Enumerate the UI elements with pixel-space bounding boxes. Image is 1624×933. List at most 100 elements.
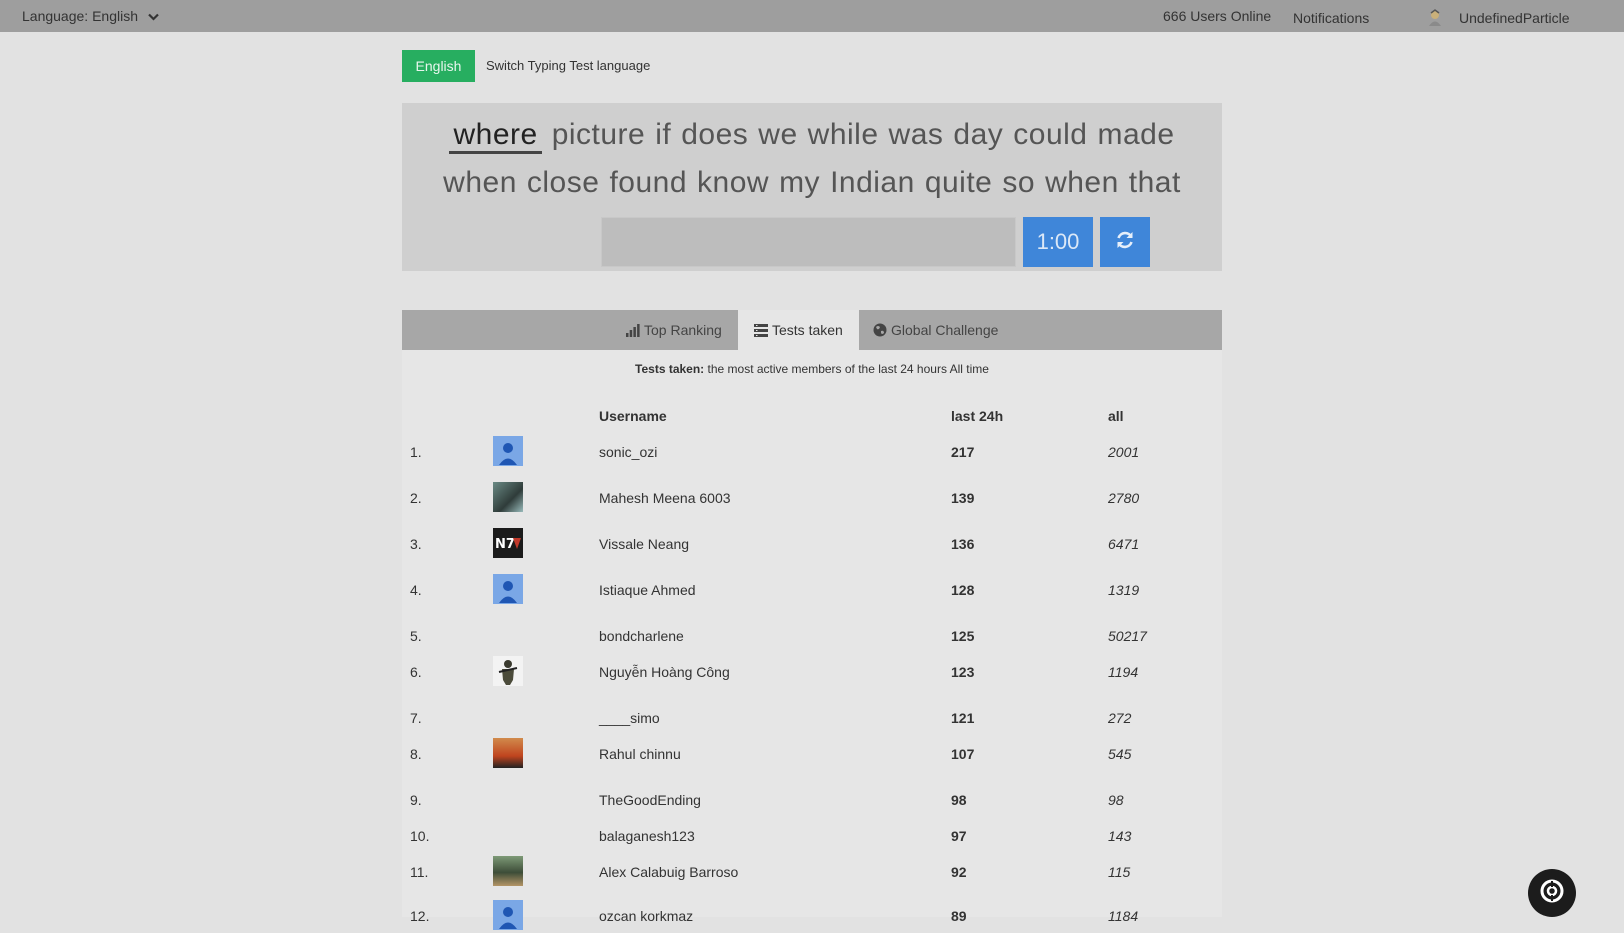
username[interactable]: Nguyễn Hoàng Công (599, 664, 730, 680)
tests-last-24h: 92 (951, 864, 967, 880)
header-last24h: last 24h (951, 408, 1004, 424)
avatar[interactable] (493, 574, 523, 604)
tests-last-24h: 139 (951, 490, 975, 506)
tests-last-24h: 97 (951, 828, 967, 844)
tests-last-24h: 136 (951, 536, 975, 552)
typing-test-panel: where picture if does we while was day could made… (402, 103, 1222, 271)
tests-all: 545 (1108, 746, 1132, 762)
tests-all: 1194 (1108, 664, 1139, 680)
word: picture (551, 118, 646, 151)
word: could (1013, 118, 1088, 151)
avatar[interactable] (493, 856, 523, 886)
word: day (953, 118, 1004, 151)
word: my (779, 166, 821, 199)
word: quite (924, 166, 993, 199)
tests-last-24h: 121 (951, 710, 975, 726)
username[interactable]: sonic_ozi (599, 444, 657, 460)
panel-description: Tests taken: the most active members of … (402, 362, 1222, 376)
username[interactable]: Mahesh Meena 6003 (599, 490, 731, 506)
tests-all: 115 (1108, 864, 1131, 880)
bar-chart-icon (626, 312, 640, 352)
username[interactable]: ____simo (599, 710, 660, 726)
username[interactable]: Alex Calabuig Barroso (599, 864, 738, 880)
username[interactable]: bondcharlene (599, 628, 684, 644)
rank: 10. (410, 828, 430, 844)
tests-last-24h: 217 (951, 444, 975, 460)
word: Indian (830, 166, 915, 199)
username[interactable]: Istiaque Ahmed (599, 582, 696, 598)
ranking-tabs: Top Ranking Tests taken Global Challenge (402, 310, 1222, 350)
word-list: where picture if does we while was day could made… (402, 111, 1222, 207)
username[interactable]: Vissale Neang (599, 536, 689, 552)
svg-text:N7: N7 (495, 537, 515, 552)
tests-last-24h: 125 (951, 628, 975, 644)
help-button[interactable] (1528, 869, 1576, 917)
top-bar: Language: English 666 Users Online Notif… (0, 0, 1624, 32)
chevron-down-icon (148, 12, 159, 24)
tests-taken-panel: Tests taken: the most active members of … (402, 350, 1222, 930)
word-line-1: where picture if does we while was day could made (402, 111, 1222, 159)
tab-label: Tests taken (772, 322, 843, 338)
word: know (697, 166, 770, 199)
username[interactable]: Rahul chinnu (599, 746, 681, 762)
tab-label: Top Ranking (644, 322, 722, 338)
avatar[interactable] (493, 482, 523, 512)
language-dropdown[interactable]: Language: English (22, 8, 159, 24)
tests-all: 2780 (1108, 490, 1140, 506)
rank: 4. (410, 582, 422, 598)
word: so (1002, 166, 1036, 199)
rank: 2. (410, 490, 422, 506)
rank: 6. (410, 664, 422, 680)
tab-label: Global Challenge (891, 322, 999, 338)
notifications-link[interactable]: Notifications (1293, 10, 1369, 26)
users-online-count: 666 Users Online (1163, 8, 1272, 24)
word: found (609, 166, 688, 199)
word: while (807, 118, 879, 151)
typing-input[interactable] (601, 217, 1016, 267)
tests-all: 143 (1108, 828, 1132, 844)
username-link[interactable]: UndefinedParticle (1459, 10, 1570, 26)
word: made (1097, 118, 1175, 151)
username[interactable]: TheGoodEnding (599, 792, 701, 808)
tests-last-24h: 98 (951, 792, 967, 808)
switch-language-label[interactable]: Switch Typing Test language (486, 58, 650, 73)
rank: 8. (410, 746, 422, 762)
tests-all: 1319 (1108, 582, 1140, 598)
tests-all: 6471 (1108, 536, 1140, 552)
word: close (526, 166, 600, 199)
reload-button[interactable] (1100, 217, 1150, 267)
avatar[interactable] (493, 656, 523, 686)
description-text: the most active members of the last 24 h… (704, 362, 989, 376)
refresh-icon (1114, 229, 1136, 256)
rank: 3. (410, 536, 422, 552)
tab-top-ranking[interactable]: Top Ranking (610, 310, 738, 350)
username[interactable]: ozcan korkmaz (599, 908, 693, 924)
avatar[interactable] (493, 900, 523, 930)
globe-icon (873, 312, 887, 352)
rank: 5. (410, 628, 422, 644)
word: was (888, 118, 944, 151)
avatar[interactable] (493, 436, 523, 466)
description-title: Tests taken: (635, 362, 705, 376)
word-line-2: when close found know my Indian quite so when tha… (402, 159, 1222, 207)
tests-last-24h: 107 (951, 746, 975, 762)
tab-global-challenge[interactable]: Global Challenge (857, 310, 1014, 350)
word: we (758, 118, 798, 151)
tests-all: 50217 (1108, 628, 1147, 644)
username[interactable]: balaganesh123 (599, 828, 695, 844)
user-avatar-icon[interactable] (1427, 9, 1443, 27)
tests-all: 272 (1108, 710, 1132, 726)
language-button[interactable]: English (402, 50, 475, 82)
rank: 11. (410, 864, 429, 880)
tests-all: 1184 (1108, 908, 1139, 924)
word: if (655, 118, 672, 151)
word: when (1045, 166, 1119, 199)
header-username: Username (599, 408, 667, 424)
avatar[interactable] (493, 738, 523, 768)
tab-tests-taken[interactable]: Tests taken (738, 310, 859, 350)
tests-last-24h: 89 (951, 908, 967, 924)
avatar[interactable]: N7 (493, 528, 523, 558)
word: that (1128, 166, 1181, 199)
list-icon (754, 312, 768, 352)
word: when (443, 166, 517, 199)
